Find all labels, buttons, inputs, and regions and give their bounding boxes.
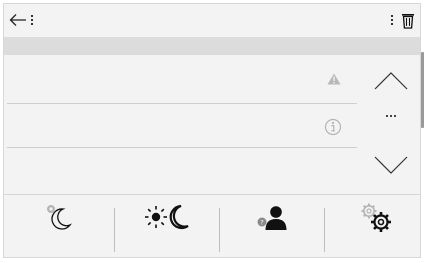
dot bbox=[391, 15, 393, 17]
dot bbox=[31, 23, 33, 25]
dot bbox=[394, 115, 396, 117]
settings-tab[interactable] bbox=[325, 195, 420, 257]
menu-button-right[interactable] bbox=[389, 13, 395, 27]
day-night-icon bbox=[145, 204, 189, 230]
app-window: ? bbox=[3, 3, 421, 258]
scrollbar[interactable] bbox=[421, 52, 424, 128]
user-help-icon: ? bbox=[257, 206, 287, 230]
scroll-up-button[interactable] bbox=[370, 67, 412, 95]
top-toolbar bbox=[4, 4, 420, 37]
list-item[interactable] bbox=[7, 148, 357, 193]
night-mode-tab[interactable] bbox=[8, 195, 112, 257]
dot bbox=[390, 115, 392, 117]
menu-button-left[interactable] bbox=[29, 13, 35, 27]
list-item[interactable] bbox=[7, 55, 357, 103]
user-help-tab[interactable]: ? bbox=[220, 195, 324, 257]
dot bbox=[386, 115, 388, 117]
day-night-tab[interactable] bbox=[115, 195, 219, 257]
chevron-up-icon bbox=[374, 72, 408, 90]
dot bbox=[31, 15, 33, 17]
back-button[interactable] bbox=[7, 10, 29, 30]
arrow-left-icon bbox=[9, 14, 26, 26]
dot bbox=[31, 19, 33, 21]
dot bbox=[391, 19, 393, 21]
settings-gears-icon bbox=[361, 203, 391, 232]
info-circle-icon bbox=[324, 118, 342, 136]
scroll-down-button[interactable] bbox=[370, 151, 412, 179]
more-button[interactable] bbox=[385, 112, 397, 120]
chevron-down-icon bbox=[374, 156, 408, 174]
delete-button[interactable] bbox=[401, 13, 415, 29]
section-header bbox=[4, 37, 420, 55]
dot bbox=[391, 23, 393, 25]
trash-icon bbox=[402, 14, 414, 29]
list-item[interactable] bbox=[7, 104, 357, 147]
night-mode-icon bbox=[47, 205, 73, 230]
help-glyph: ? bbox=[260, 219, 263, 227]
warning-triangle-icon bbox=[327, 73, 341, 85]
